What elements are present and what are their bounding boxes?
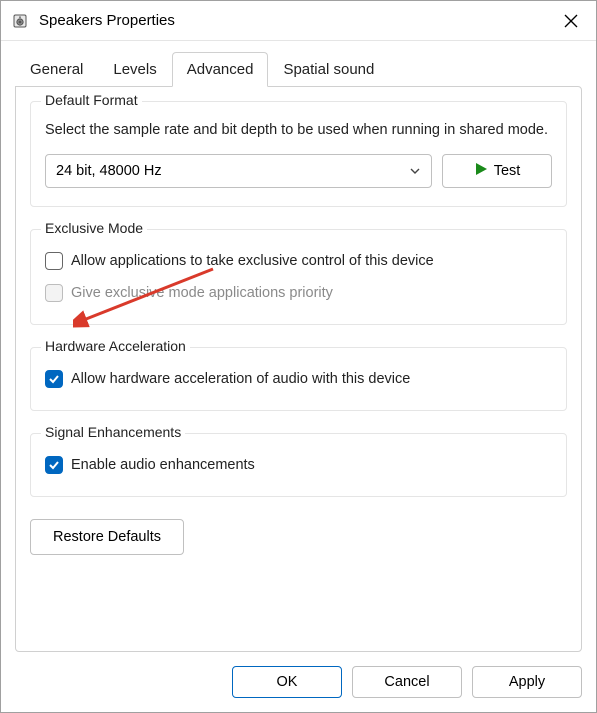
restore-row: Restore Defaults (30, 519, 567, 555)
restore-defaults-label: Restore Defaults (53, 529, 161, 545)
play-icon (474, 162, 488, 180)
tab-general[interactable]: General (15, 52, 98, 87)
legend-default-format: Default Format (41, 92, 142, 108)
cancel-label: Cancel (384, 674, 429, 690)
checkbox-label: Give exclusive mode applications priorit… (71, 285, 333, 301)
dialog-footer: OK Cancel Apply (1, 666, 596, 712)
test-button[interactable]: Test (442, 154, 552, 188)
window-title: Speakers Properties (39, 12, 550, 29)
test-button-label: Test (494, 163, 521, 179)
legend-exclusive-mode: Exclusive Mode (41, 220, 147, 236)
ok-button[interactable]: OK (232, 666, 342, 698)
group-hardware-accel: Hardware Acceleration Allow hardware acc… (30, 347, 567, 411)
checkbox-label: Enable audio enhancements (71, 457, 255, 473)
legend-hardware-accel: Hardware Acceleration (41, 338, 190, 354)
tab-advanced[interactable]: Advanced (172, 52, 269, 87)
default-format-desc: Select the sample rate and bit depth to … (45, 120, 552, 140)
checkbox-allow-exclusive[interactable]: Allow applications to take exclusive con… (45, 252, 552, 270)
restore-defaults-button[interactable]: Restore Defaults (30, 519, 184, 555)
checkbox-hardware-accel[interactable]: Allow hardware acceleration of audio wit… (45, 370, 552, 388)
format-select[interactable]: 24 bit, 48000 Hz (45, 154, 432, 188)
checkbox-icon (45, 252, 63, 270)
format-row: 24 bit, 48000 Hz Test (45, 154, 552, 188)
group-default-format: Default Format Select the sample rate an… (30, 101, 567, 207)
checkbox-icon (45, 456, 63, 474)
group-exclusive-mode: Exclusive Mode Allow applications to tak… (30, 229, 567, 325)
tab-spatial[interactable]: Spatial sound (268, 52, 389, 87)
titlebar: Speakers Properties (1, 1, 596, 41)
ok-label: OK (277, 674, 298, 690)
close-button[interactable] (550, 6, 592, 36)
apply-button[interactable]: Apply (472, 666, 582, 698)
format-select-value: 24 bit, 48000 Hz (56, 163, 162, 179)
close-icon (564, 14, 578, 28)
properties-dialog: Speakers Properties General Levels Advan… (0, 0, 597, 713)
apply-label: Apply (509, 674, 545, 690)
checkbox-exclusive-priority: Give exclusive mode applications priorit… (45, 284, 552, 302)
tab-panel-advanced: Default Format Select the sample rate an… (15, 86, 582, 652)
checkbox-label: Allow hardware acceleration of audio wit… (71, 371, 410, 387)
tab-levels[interactable]: Levels (98, 52, 171, 87)
speaker-icon (11, 12, 29, 30)
tab-strip: General Levels Advanced Spatial sound (1, 41, 596, 86)
checkbox-icon (45, 370, 63, 388)
cancel-button[interactable]: Cancel (352, 666, 462, 698)
group-signal-enhancements: Signal Enhancements Enable audio enhance… (30, 433, 567, 497)
chevron-down-icon (409, 165, 421, 177)
checkbox-icon (45, 284, 63, 302)
checkbox-label: Allow applications to take exclusive con… (71, 253, 434, 269)
legend-signal-enhancements: Signal Enhancements (41, 424, 185, 440)
checkbox-enable-enhancements[interactable]: Enable audio enhancements (45, 456, 552, 474)
